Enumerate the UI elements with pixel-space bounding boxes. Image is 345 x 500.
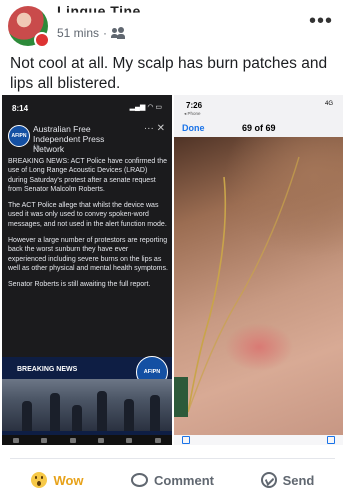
left-nav-bar: [2, 435, 172, 445]
photo-counter: 69 of 69: [242, 123, 276, 133]
action-bar: Wow Comment Send: [0, 462, 345, 498]
news-photo: [2, 379, 172, 431]
friends-icon: [111, 27, 126, 39]
post-images[interactable]: 8:14 ▂▄▆ ◠ ▭ AFIPN Australian Free Indep…: [0, 95, 345, 447]
news-article: BREAKING NEWS: ACT Police have confirmed…: [8, 157, 168, 297]
comment-icon: [131, 473, 149, 487]
left-status-icons: ▂▄▆ ◠ ▭: [129, 104, 162, 111]
post-time[interactable]: 51 mins: [57, 26, 99, 40]
comment-label: Comment: [154, 472, 214, 488]
breaking-news-label: BREAKING NEWS: [17, 366, 78, 373]
right-back-label: ◂ Phone: [184, 111, 201, 116]
article-paragraph: The ACT Police allege that whilst the de…: [8, 202, 167, 228]
news-page-time: 1h ·: [33, 145, 44, 151]
send-button[interactable]: Send: [230, 462, 345, 498]
divider: [10, 458, 335, 459]
send-icon: [260, 472, 277, 488]
wow-icon: [31, 472, 48, 488]
necklace-illustration: [174, 156, 300, 417]
left-status-time: 8:14: [12, 104, 29, 113]
wow-label: Wow: [53, 472, 84, 488]
more-icon[interactable]: •••: [309, 11, 333, 31]
afipn-logo: AFIPN: [8, 125, 30, 147]
wow-button[interactable]: Wow: [0, 462, 115, 498]
screenshot-burn-photo[interactable]: 7:26 ◂ Phone 4G Done 69 of 69: [174, 95, 343, 445]
right-status-time: 7:26: [186, 101, 203, 110]
post-author[interactable]: Lingue Tine: [57, 3, 141, 13]
breaking-news-banner: BREAKING NEWS AFIPN: [2, 356, 172, 435]
post-meta: 51 mins ·: [57, 26, 126, 40]
done-button: Done: [182, 123, 205, 133]
post-caption: Not cool at all. My scalp has burn patch…: [10, 55, 328, 92]
send-label: Send: [282, 472, 315, 488]
photo-toolbar: [174, 435, 343, 445]
right-status-network: 4G: [324, 101, 333, 107]
comment-button[interactable]: Comment: [115, 462, 230, 498]
article-paragraph: Senator Roberts is still awaiting the fu…: [8, 281, 151, 289]
screenshot-news-post[interactable]: 8:14 ▂▄▆ ◠ ▭ AFIPN Australian Free Indep…: [2, 95, 172, 445]
article-paragraph: However a large number of protestors are…: [8, 237, 168, 272]
news-page-name: Australian Free Independent Press Networ…: [33, 124, 105, 154]
news-post-controls: ··· ✕: [143, 123, 165, 134]
article-paragraph: BREAKING NEWS: ACT Police have confirmed…: [8, 158, 167, 193]
post-header: Lingue Tine 51 mins · •••: [0, 0, 345, 50]
burn-photo: [174, 137, 343, 435]
avatar-badge: [34, 32, 50, 48]
